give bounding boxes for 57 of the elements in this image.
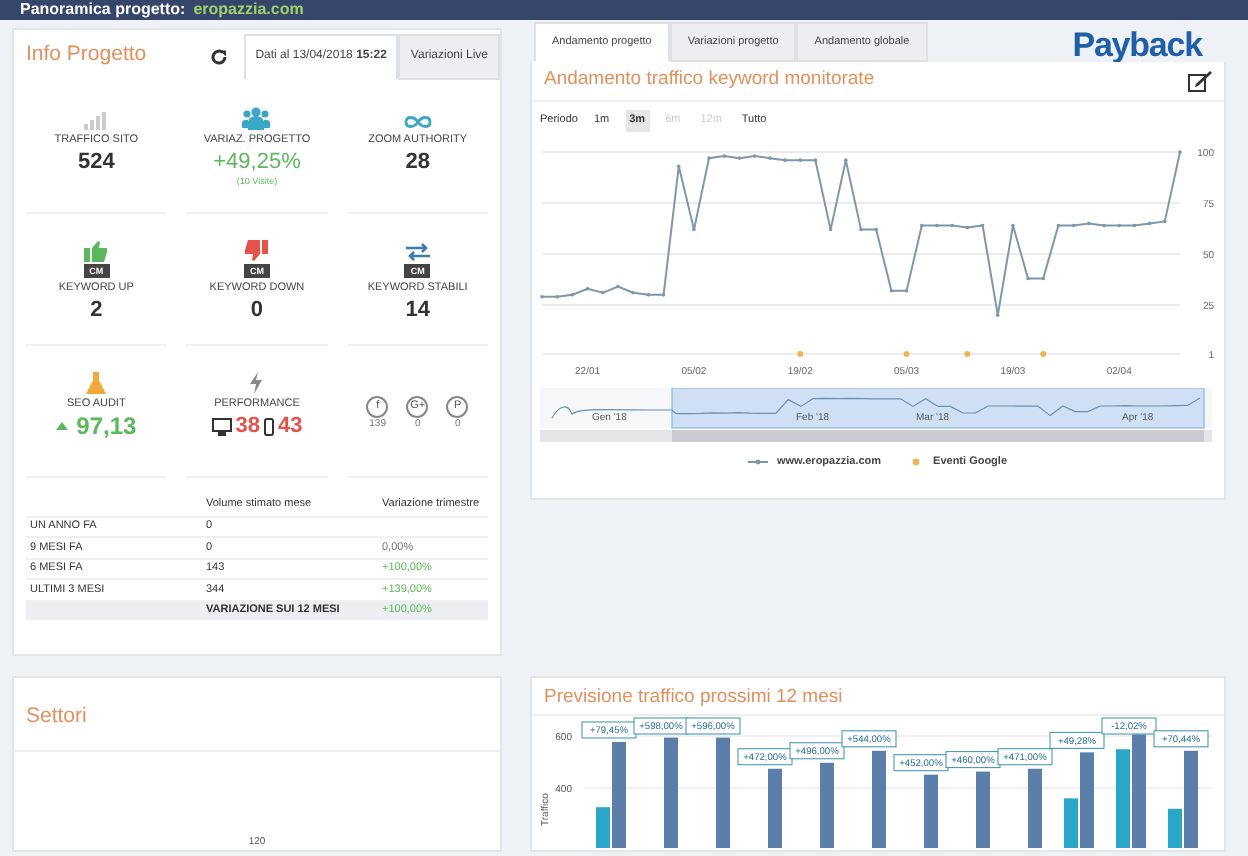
bar bbox=[1028, 768, 1042, 848]
card-title: Andamento traffico keyword monitorate bbox=[544, 66, 875, 94]
data-point bbox=[585, 285, 590, 290]
panel-title: Settori bbox=[26, 704, 87, 728]
data-point bbox=[1132, 222, 1137, 227]
bar-chart-icon bbox=[82, 110, 111, 130]
stat-value: 0 bbox=[250, 298, 264, 323]
bar bbox=[716, 737, 730, 848]
data-point bbox=[980, 222, 985, 227]
stat-value: 14 bbox=[405, 298, 430, 323]
stat-value: +49,25% bbox=[213, 150, 301, 175]
event-marker bbox=[964, 350, 971, 356]
desktop-score: 38 bbox=[235, 414, 260, 439]
event-marker bbox=[903, 350, 910, 356]
refresh-icon[interactable] bbox=[209, 47, 228, 65]
project-domain: eropazzia.com bbox=[193, 0, 304, 20]
data-point bbox=[1071, 222, 1076, 227]
edit-icon[interactable] bbox=[1188, 69, 1212, 92]
desktop-icon bbox=[211, 417, 232, 436]
stat-value: 28 bbox=[405, 150, 430, 175]
up-arrow-icon bbox=[56, 422, 69, 431]
legend-marker-icon bbox=[748, 457, 769, 466]
bar bbox=[976, 771, 990, 848]
data-point bbox=[904, 287, 909, 292]
bar bbox=[924, 774, 938, 848]
thumbs-up-icon bbox=[84, 240, 109, 262]
stat-value: 2 bbox=[90, 298, 103, 323]
bar bbox=[664, 737, 678, 848]
page-title: Panoramica progetto: bbox=[20, 0, 186, 20]
mobile-icon bbox=[263, 417, 274, 436]
data-point bbox=[828, 226, 833, 231]
infinity-icon bbox=[403, 114, 432, 130]
bar bbox=[820, 762, 834, 848]
swap-arrows-icon bbox=[405, 242, 430, 262]
data-point bbox=[1117, 222, 1122, 227]
stat-value: 524 bbox=[77, 150, 115, 175]
data-point bbox=[1056, 222, 1061, 227]
data-point bbox=[1147, 220, 1152, 225]
bar bbox=[872, 750, 886, 848]
event-marker bbox=[1040, 350, 1047, 356]
people-group-icon bbox=[242, 106, 271, 130]
flask-icon bbox=[86, 372, 107, 394]
data-point bbox=[919, 222, 924, 227]
lightning-icon bbox=[248, 372, 265, 394]
panel-title: Info Progetto bbox=[26, 40, 147, 71]
score-value: 97,13 bbox=[76, 414, 137, 439]
data-point bbox=[676, 163, 681, 168]
data-point bbox=[889, 287, 894, 292]
data-point bbox=[1041, 275, 1046, 280]
card-title: Previsione traffico prossimi 12 mesi bbox=[544, 686, 843, 708]
event-marker bbox=[797, 350, 804, 356]
bar bbox=[768, 768, 782, 848]
data-point bbox=[995, 312, 1000, 317]
mobile-score: 43 bbox=[277, 414, 303, 439]
thumbs-down-icon bbox=[244, 240, 269, 262]
brand-logo: Payback bbox=[1072, 28, 1202, 62]
data-point bbox=[965, 224, 970, 229]
